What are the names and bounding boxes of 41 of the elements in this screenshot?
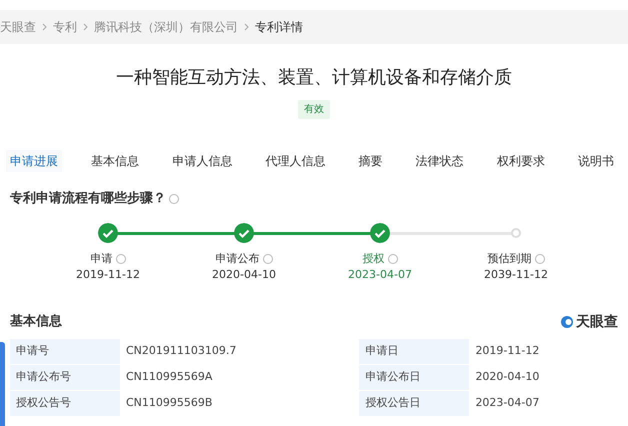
field-label: 申请号 (10, 338, 120, 364)
step-label: 申请 (90, 250, 112, 266)
step-date: 2019-11-12 (76, 267, 140, 283)
step-date: 2023-04-07 (348, 267, 412, 283)
tab[interactable]: 申请进展 (6, 150, 62, 172)
logo-text: 天眼查 (576, 312, 618, 332)
field-label: 授权公告日 (359, 390, 470, 416)
tab[interactable]: 基本信息 (87, 150, 144, 172)
step-label: 授权 (362, 250, 384, 266)
help-icon[interactable] (534, 254, 544, 264)
section-heading: 基本信息 (10, 313, 62, 332)
help-icon[interactable] (388, 254, 398, 264)
patent-title: 一种智能互动方法、装置、计算机设备和存储介质 (115, 66, 513, 90)
tab[interactable]: 法律状态 (412, 150, 468, 172)
chevron-icon (83, 23, 88, 31)
side-tab[interactable] (0, 342, 5, 426)
tab[interactable]: 权利要求 (492, 150, 549, 172)
tab[interactable]: 申请人信息 (168, 150, 236, 172)
step-label: 申请公布 (216, 250, 260, 266)
chevron-icon (42, 23, 47, 31)
chevron-icon (244, 23, 249, 31)
field-label: 申请公布日 (359, 364, 470, 390)
help-icon[interactable] (262, 254, 272, 264)
field-label: 授权公告号 (10, 390, 120, 416)
section-heading: 专利申请流程有哪些步骤？ (10, 190, 166, 208)
help-icon[interactable] (116, 254, 126, 264)
logo-icon (560, 315, 574, 329)
field-label: 申请日 (359, 338, 470, 364)
help-icon[interactable] (169, 194, 179, 204)
field-value: CN201911103109.7 (120, 338, 360, 364)
step-label: 预估到期 (488, 250, 532, 266)
tab[interactable]: 代理人信息 (261, 150, 330, 172)
step-date: 2020-04-10 (212, 267, 276, 283)
field-label: 申请公布号 (10, 364, 120, 390)
field-value: CN110995569B (120, 390, 360, 416)
status-tag: 有效 (298, 100, 330, 119)
tab[interactable]: 说明书 (574, 150, 618, 172)
field-value: CN110995569A (120, 364, 360, 390)
breadcrumb-current: 专利详情 (255, 19, 303, 36)
tab[interactable]: 摘要 (354, 150, 387, 172)
step-date: 2039-11-12 (484, 267, 548, 283)
